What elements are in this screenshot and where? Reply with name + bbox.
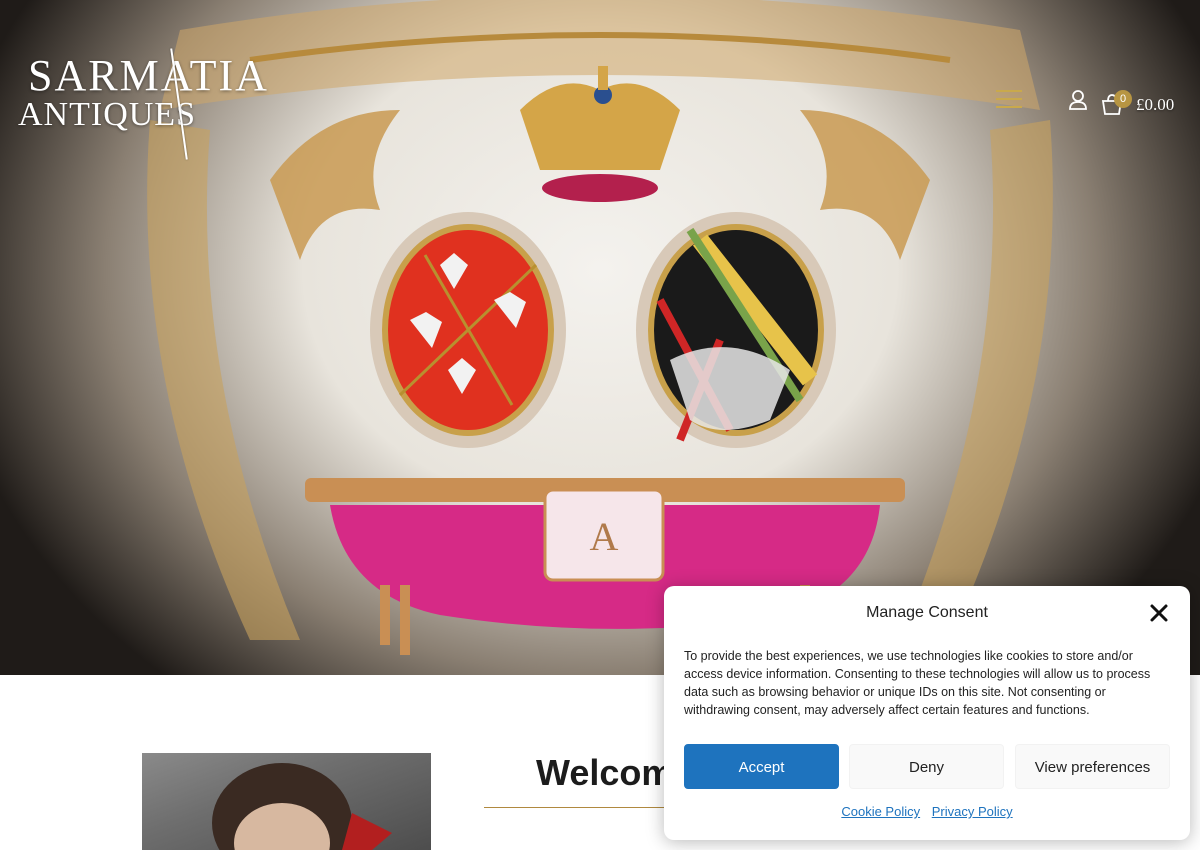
hero-banner: A SARMATIA ANTIQUES 0 £0.00 <box>0 0 1200 675</box>
view-preferences-button[interactable]: View preferences <box>1015 744 1170 789</box>
cart-total: £0.00 <box>1136 95 1175 114</box>
deny-button[interactable]: Deny <box>849 744 1004 789</box>
user-icon[interactable] <box>1068 89 1088 111</box>
consent-description: To provide the best experiences, we use … <box>684 649 1151 717</box>
consent-title: Manage Consent <box>866 604 988 621</box>
consent-links: Cookie Policy Privacy Policy <box>664 804 1190 819</box>
polish-coat-of-arms <box>370 212 566 448</box>
site-logo[interactable]: SARMATIA ANTIQUES <box>16 44 267 164</box>
consent-dialog: Manage Consent To provide the best exper… <box>664 586 1190 840</box>
privacy-policy-link[interactable]: Privacy Policy <box>932 804 1013 819</box>
hamburger-icon[interactable] <box>996 90 1022 110</box>
cart-button[interactable]: 0 £0.00 <box>1100 82 1174 116</box>
accept-button[interactable]: Accept <box>684 744 839 789</box>
saxon-coat-of-arms <box>636 212 836 448</box>
cart-count-badge: 0 <box>1114 90 1132 108</box>
logo-line2: ANTIQUES <box>18 96 196 133</box>
basket-icon: 0 <box>1100 90 1132 116</box>
crown-emblem <box>520 66 680 202</box>
portrait-image <box>142 753 431 850</box>
close-icon[interactable] <box>1148 602 1170 624</box>
svg-text:A: A <box>590 514 619 559</box>
cookie-policy-link[interactable]: Cookie Policy <box>841 804 920 819</box>
logo-line1: SARMATIA <box>28 51 269 100</box>
